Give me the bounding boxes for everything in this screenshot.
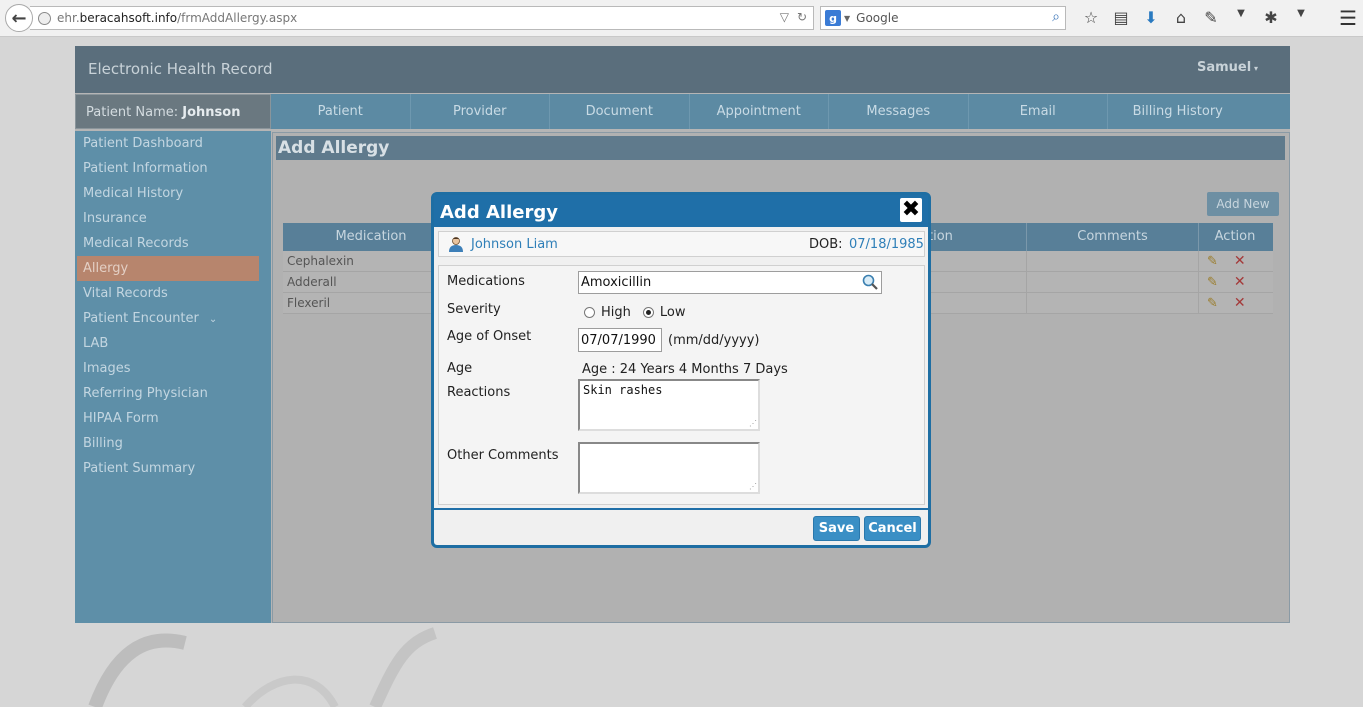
reactions-textarea[interactable]: Skin rashes ⋰ [578, 379, 760, 431]
add-allergy-dialog: Add Allergy ✖ Johnson Liam DOB: 07/18/19… [431, 192, 931, 548]
resize-grip-icon[interactable]: ⋰ [749, 420, 757, 428]
tab-messages[interactable]: Messages [829, 94, 969, 129]
delete-icon[interactable]: ✕ [1234, 253, 1246, 269]
download-icon[interactable]: ⬇ [1136, 8, 1166, 27]
date-format-hint: (mm/dd/yyyy) [668, 333, 760, 348]
tab-document[interactable]: Document [550, 94, 690, 129]
stethoscope-watermark-icon [88, 627, 438, 707]
severity-low-label[interactable]: Low [660, 305, 686, 320]
search-icon[interactable]: ⌕ [1052, 9, 1060, 25]
severity-low-radio[interactable] [642, 307, 654, 318]
reload-icon[interactable]: ↻ [797, 10, 807, 24]
age-of-onset-input[interactable]: 07/07/1990 [578, 328, 662, 352]
sidebar: Patient Dashboard Patient Information Me… [75, 131, 271, 623]
sidebar-item-insurance[interactable]: Insurance [75, 206, 271, 231]
patient-full-name[interactable]: Johnson Liam [471, 237, 558, 252]
column-header-action: Action [1214, 229, 1256, 244]
tab-patient[interactable]: Patient [271, 94, 411, 129]
menu-icon[interactable]: ☰ [1339, 6, 1357, 30]
sidebar-item-medical-history[interactable]: Medical History [75, 181, 271, 206]
delete-icon[interactable]: ✕ [1234, 274, 1246, 290]
severity-label: Severity [447, 302, 501, 317]
search-engine-caret-icon[interactable]: ▼ [844, 14, 850, 23]
cell-comments [1027, 272, 1199, 292]
nav-row: Patient Name: Johnson Patient Provider D… [75, 94, 1290, 129]
age-of-onset-label: Age of Onset [447, 329, 532, 344]
nav-tabs: Patient Provider Document Appointment Me… [271, 94, 1248, 129]
add-new-button[interactable]: Add New [1207, 192, 1279, 216]
tab-appointment[interactable]: Appointment [690, 94, 829, 129]
sidebar-item-patient-dashboard[interactable]: Patient Dashboard [75, 131, 271, 156]
save-button[interactable]: Save [813, 516, 860, 541]
patient-name-box: Patient Name: Johnson [75, 94, 271, 129]
sidebar-item-patient-summary[interactable]: Patient Summary [75, 456, 271, 481]
edit-icon[interactable]: ✎ [1207, 296, 1218, 311]
extension-icon[interactable]: ✱ [1256, 8, 1286, 27]
sidebar-item-medical-records[interactable]: Medical Records [75, 231, 271, 256]
reactions-label: Reactions [447, 385, 511, 400]
sidebar-item-patient-encounter[interactable]: Patient Encounter ⌄ [75, 306, 271, 331]
search-icon[interactable] [861, 273, 879, 291]
tab-billing-history[interactable]: Billing History [1108, 94, 1248, 129]
page-title: Add Allergy [276, 136, 1285, 160]
age-label: Age [447, 361, 473, 376]
dropdown-caret-icon[interactable]: ▼ [1226, 8, 1256, 27]
url-text: ehr.beracahsoft.info/frmAddAllergy.aspx [57, 11, 298, 25]
sidebar-item-billing[interactable]: Billing [75, 431, 271, 456]
globe-icon [38, 11, 51, 25]
severity-high-label[interactable]: High [601, 305, 631, 320]
dialog-header: Add Allergy ✖ [434, 195, 928, 227]
reading-list-icon[interactable]: ▤ [1106, 8, 1136, 27]
resize-grip-icon[interactable]: ⋰ [749, 483, 757, 491]
user-menu[interactable]: Samuel ▾ [1197, 60, 1258, 75]
user-icon [449, 237, 463, 252]
sidebar-item-images[interactable]: Images [75, 356, 271, 381]
cancel-button[interactable]: Cancel [864, 516, 921, 541]
delete-icon[interactable]: ✕ [1234, 295, 1246, 311]
other-comments-textarea[interactable]: ⋰ [578, 442, 760, 494]
severity-high-radio[interactable] [584, 307, 595, 318]
medications-label: Medications [447, 274, 525, 289]
sidebar-item-allergy[interactable]: Allergy [77, 256, 259, 281]
dob-value: 07/18/1985 [849, 237, 924, 252]
sidebar-item-hipaa-form[interactable]: HIPAA Form [75, 406, 271, 431]
close-icon[interactable]: ✖ [900, 198, 922, 222]
allergy-form: Medications Amoxicillin Severity High Lo… [438, 265, 925, 505]
dropdown-arrow-icon[interactable]: ▽ [780, 10, 789, 24]
column-header-comments[interactable]: Comments [1027, 223, 1199, 251]
url-bar[interactable]: ehr.beracahsoft.info/frmAddAllergy.aspx … [30, 6, 814, 30]
eyedropper-icon[interactable]: ✎ [1196, 8, 1226, 27]
search-bar[interactable]: g ▼ Google ⌕ [820, 6, 1066, 30]
sidebar-item-patient-information[interactable]: Patient Information [75, 156, 271, 181]
edit-icon[interactable]: ✎ [1207, 254, 1218, 269]
back-button[interactable]: ← [5, 4, 33, 32]
sidebar-item-vital-records[interactable]: Vital Records [75, 281, 271, 306]
dob-label: DOB: [809, 237, 843, 252]
tab-email[interactable]: Email [969, 94, 1108, 129]
chevron-down-icon: ▾ [1251, 64, 1258, 73]
dialog-title: Add Allergy [440, 202, 558, 223]
medications-input[interactable]: Amoxicillin [578, 271, 882, 294]
cell-comments [1027, 293, 1199, 313]
chevron-down-icon: ⌄ [208, 314, 218, 325]
edit-icon[interactable]: ✎ [1207, 275, 1218, 290]
dialog-footer-divider [434, 508, 928, 510]
bookmark-star-icon[interactable]: ☆ [1076, 8, 1106, 27]
app-title: Electronic Health Record [88, 60, 273, 78]
sidebar-item-referring-physician[interactable]: Referring Physician [75, 381, 271, 406]
home-icon[interactable]: ⌂ [1166, 8, 1196, 27]
browser-toolbar: ehr.beracahsoft.info/frmAddAllergy.aspx … [0, 0, 1363, 37]
other-comments-label: Other Comments [447, 448, 559, 463]
sidebar-item-lab[interactable]: LAB [75, 331, 271, 356]
search-input[interactable]: Google [856, 11, 898, 25]
dropdown-caret-icon[interactable]: ▼ [1286, 8, 1316, 27]
patient-info-bar: Johnson Liam DOB: 07/18/1985 [438, 231, 925, 257]
google-icon[interactable]: g [825, 10, 841, 26]
tab-provider[interactable]: Provider [411, 94, 550, 129]
cell-comments [1027, 251, 1199, 271]
app-header: Electronic Health Record Samuel ▾ [75, 46, 1290, 93]
severity-radio-group: High Low [584, 305, 686, 320]
age-value: Age : 24 Years 4 Months 7 Days [582, 362, 788, 377]
